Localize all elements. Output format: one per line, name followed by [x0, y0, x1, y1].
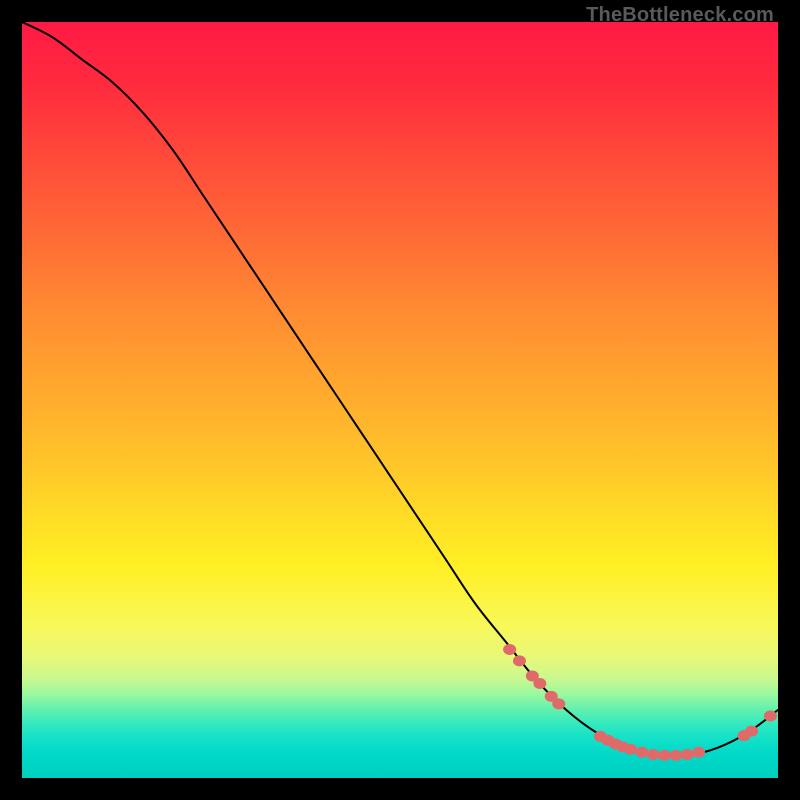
plot-area [22, 22, 778, 778]
data-marker [625, 744, 637, 754]
data-marker [534, 679, 546, 689]
data-marker [513, 656, 525, 666]
data-marker [670, 750, 682, 760]
chart-frame: TheBottleneck.com [0, 0, 800, 800]
data-marker [636, 747, 648, 757]
data-marker [504, 644, 516, 654]
data-marker [764, 711, 776, 721]
data-marker [659, 750, 671, 760]
bottleneck-curve [22, 22, 778, 756]
data-marker [553, 699, 565, 709]
data-marker [693, 747, 705, 757]
marker-group [504, 644, 777, 760]
data-marker [746, 726, 758, 736]
data-marker [647, 750, 659, 760]
data-marker [681, 750, 693, 760]
curve-svg [22, 22, 778, 778]
